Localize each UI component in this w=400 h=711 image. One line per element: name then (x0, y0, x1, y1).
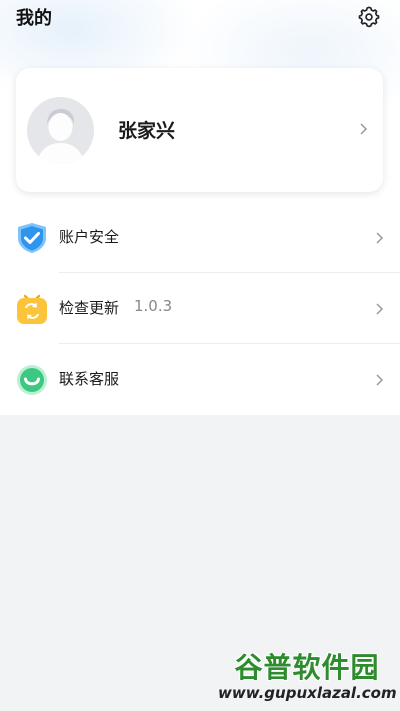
watermark-url: www.gupuxlazal.com (218, 684, 397, 702)
watermark-title: 谷普软件园 (234, 651, 380, 684)
menu-item-account-security[interactable]: 账户安全 (0, 202, 400, 273)
menu-item-label: 联系客服 (59, 370, 120, 388)
chevron-right-icon (376, 303, 384, 315)
gear-icon (358, 6, 380, 28)
default-avatar-icon (27, 97, 94, 164)
settings-menu: 账户安全 检查更新 1.0.3 联系客服 (0, 202, 400, 415)
settings-button[interactable] (356, 4, 382, 30)
menu-item-customer-service[interactable]: 联系客服 (0, 344, 400, 415)
update-refresh-icon (17, 294, 47, 324)
chevron-right-icon (360, 123, 368, 135)
menu-item-check-update[interactable]: 检查更新 1.0.3 (0, 273, 400, 344)
chevron-right-icon (376, 232, 384, 244)
chevron-right-icon (376, 374, 384, 386)
menu-item-label: 检查更新 (59, 299, 120, 317)
watermark: 谷普软件园 www.gupuxlazal.com (218, 646, 397, 708)
page-title: 我的 (16, 8, 52, 29)
profile-card[interactable]: 张家兴 (16, 68, 383, 192)
username: 张家兴 (118, 120, 176, 142)
menu-item-label: 账户安全 (59, 228, 120, 246)
shield-check-icon (18, 223, 46, 253)
version-number: 1.0.3 (134, 297, 173, 315)
customer-service-icon (17, 365, 47, 395)
